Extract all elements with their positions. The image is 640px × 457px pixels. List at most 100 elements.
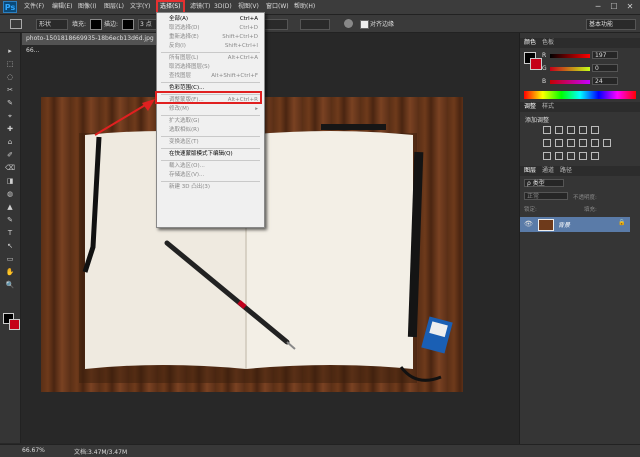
eye-icon[interactable]: 👁 <box>524 220 533 228</box>
adjustment-icon[interactable] <box>543 139 551 147</box>
hand-tool-icon[interactable]: ✋ <box>5 268 15 277</box>
adjustment-icon[interactable] <box>555 126 563 134</box>
zoom-level[interactable]: 66.67% <box>22 447 45 454</box>
stamp-tool-icon[interactable]: ⌂ <box>5 138 15 147</box>
menu-1[interactable]: 编辑(E) <box>50 0 74 14</box>
adjustment-icon[interactable] <box>579 126 587 134</box>
b-slider[interactable] <box>550 80 590 84</box>
lasso-tool-icon[interactable]: ◌ <box>5 73 15 82</box>
tools-panel: ▸ ⬚ ◌ ✂ ✎ ⌖ ✚ ⌂ ✐ ⌫ ◨ ◍ ▲ ✎ T ↖ ▭ ✋ 🔍 <box>0 33 21 443</box>
workspace-select[interactable]: 基本功能 <box>586 19 636 30</box>
select-menu-item-2[interactable]: 重新选择(E) Shift+Ctrl+D <box>159 33 262 42</box>
color-background-swatch[interactable] <box>530 58 542 70</box>
r-slider[interactable] <box>550 54 590 58</box>
adjustment-icon[interactable] <box>579 139 587 147</box>
menu-9[interactable]: 窗口(W) <box>264 0 291 14</box>
align-edges-checkbox[interactable] <box>360 20 369 29</box>
healing-tool-icon[interactable]: ⌖ <box>5 112 15 121</box>
adjustment-icon[interactable] <box>567 152 575 160</box>
adjustment-icon[interactable] <box>543 126 551 134</box>
shape-mode-select[interactable]: 形状 <box>36 19 68 30</box>
stroke-swatch[interactable] <box>122 19 134 30</box>
type-tool-icon[interactable]: T <box>5 229 15 238</box>
fill-swatch[interactable] <box>90 19 102 30</box>
blur-tool-icon[interactable]: ◍ <box>5 190 15 199</box>
annotation-highlight-box <box>155 91 262 104</box>
document-tab[interactable]: photo-1501818669935-18b6ecb13d6d.jpg @ 6… <box>22 33 166 54</box>
tab-swatches[interactable]: 色板 <box>542 38 554 47</box>
menu-item-label: 修改(M) <box>169 106 190 112</box>
marquee-tool-icon[interactable]: ⬚ <box>5 60 15 69</box>
select-menu-item-22[interactable]: 存储选区(V)... <box>159 171 262 180</box>
tab-styles[interactable]: 样式 <box>542 102 554 111</box>
adjustment-icon[interactable] <box>591 139 599 147</box>
layer-row-background[interactable]: 👁 背景 🔒 <box>520 217 630 232</box>
zoom-tool-icon[interactable]: 🔍 <box>5 281 15 290</box>
tab-channels[interactable]: 通道 <box>542 166 554 175</box>
g-slider[interactable] <box>550 67 590 71</box>
maximize-button[interactable]: ☐ <box>606 1 622 12</box>
b-value[interactable]: 24 <box>592 77 618 85</box>
select-menu-item-3[interactable]: 反向(I) Shift+Ctrl+I <box>159 42 262 51</box>
pen-tool-icon[interactable]: ✎ <box>5 216 15 225</box>
menu-0[interactable]: 文件(F) <box>22 0 46 14</box>
r-label: R <box>542 52 547 59</box>
tab-layers[interactable]: 图层 <box>524 166 536 175</box>
select-menu-item-17[interactable]: 变换选区(T) <box>159 138 262 147</box>
select-menu-item-12[interactable]: 修改(M) ▸ <box>159 105 262 114</box>
lock-label: 锁定: <box>524 207 537 213</box>
eraser-tool-icon[interactable]: ⌫ <box>5 164 15 173</box>
adjustment-icon[interactable] <box>543 152 551 160</box>
select-menu-item-6[interactable]: 取消选择图层(S) <box>159 63 262 72</box>
select-menu-item-0[interactable]: 全部(A) Ctrl+A <box>159 15 262 24</box>
shape-mode-label: 形状 <box>39 21 52 28</box>
adjustment-icon[interactable] <box>603 139 611 147</box>
tab-color[interactable]: 颜色 <box>524 38 536 47</box>
layer-thumbnail <box>538 219 554 231</box>
select-menu-item-7[interactable]: 查找图层 Alt+Shift+Ctrl+F <box>159 72 262 81</box>
close-button[interactable]: ✕ <box>622 1 638 12</box>
dodge-tool-icon[interactable]: ▲ <box>5 203 15 212</box>
layer-kind-filter[interactable]: ρ 类型 <box>524 179 564 187</box>
select-menu-item-24[interactable]: 新建 3D 凸出(3) <box>159 183 262 192</box>
r-value[interactable]: 197 <box>592 51 618 59</box>
adjustment-icon[interactable] <box>567 126 575 134</box>
blend-mode-select[interactable]: 正常 <box>524 192 568 200</box>
path-select-icon[interactable]: ↖ <box>5 242 15 251</box>
adjustment-icon[interactable] <box>591 126 599 134</box>
select-menu-item-1[interactable]: 取消选择(D) Ctrl+D <box>159 24 262 33</box>
select-menu-item-14[interactable]: 扩大选取(G) <box>159 117 262 126</box>
history-brush-icon[interactable]: ✐ <box>5 151 15 160</box>
g-value[interactable]: 0 <box>592 64 618 72</box>
color-spectrum-bar[interactable] <box>524 91 636 99</box>
brush-tool-icon[interactable]: ✚ <box>5 125 15 134</box>
menu-2[interactable]: 图像(I) <box>76 0 98 14</box>
eyedropper-tool-icon[interactable]: ✎ <box>5 99 15 108</box>
tab-paths[interactable]: 路径 <box>560 166 572 175</box>
adjustment-icon[interactable] <box>579 152 587 160</box>
crop-tool-icon[interactable]: ✂ <box>5 86 15 95</box>
select-menu-item-21[interactable]: 载入选区(O)... <box>159 162 262 171</box>
tab-adjustments[interactable]: 调整 <box>524 102 536 111</box>
menu-3[interactable]: 图层(L) <box>102 0 126 14</box>
gear-icon[interactable] <box>344 19 353 28</box>
adjust-panel-title: 添加调整 <box>525 117 550 124</box>
adjustment-icon[interactable] <box>591 152 599 160</box>
menu-10[interactable]: 帮助(H) <box>292 0 317 14</box>
minimize-button[interactable]: ─ <box>590 1 606 12</box>
shape-tool-icon[interactable]: ▭ <box>5 255 15 264</box>
menu-4[interactable]: 文字(Y) <box>128 0 152 14</box>
menu-separator <box>161 115 260 116</box>
adjustment-icon[interactable] <box>555 152 563 160</box>
adjustment-icon[interactable] <box>567 139 575 147</box>
background-color-swatch[interactable] <box>9 319 20 330</box>
height-field[interactable] <box>300 19 330 30</box>
select-menu-dropdown: 全部(A) Ctrl+A 取消选择(D) Ctrl+D 重新选择(E) Shift+Ctr… <box>156 12 265 228</box>
select-menu-item-19[interactable]: 在快速蒙版模式下编辑(Q) <box>159 150 262 159</box>
shape-tool-icon[interactable] <box>10 19 22 29</box>
move-tool-icon[interactable]: ▸ <box>5 47 15 56</box>
gradient-tool-icon[interactable]: ◨ <box>5 177 15 186</box>
select-menu-item-15[interactable]: 选取相似(R) <box>159 126 262 135</box>
select-menu-item-5[interactable]: 所有图层(L) Alt+Ctrl+A <box>159 54 262 63</box>
adjustment-icon[interactable] <box>555 139 563 147</box>
